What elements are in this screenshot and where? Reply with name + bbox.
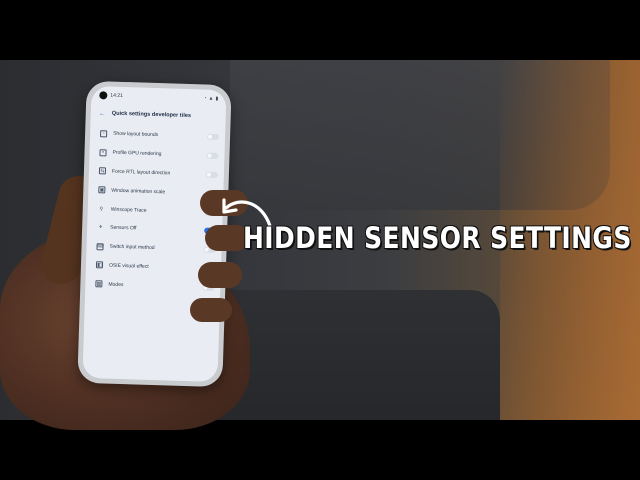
tile-label: Modes <box>108 281 124 288</box>
animation-icon: ▣ <box>98 186 106 194</box>
gpu-icon: ▪ <box>99 148 107 157</box>
tile-label: Winscope Trace <box>110 206 147 214</box>
wifi-icon: ◔ <box>203 95 207 102</box>
tile-modes[interactable]: ▦ Modes <box>95 275 215 298</box>
toggle-switch[interactable] <box>206 152 219 160</box>
status-time: 14:21 <box>110 92 123 99</box>
toggle-switch[interactable] <box>205 171 218 178</box>
tile-label: OSIE visual effect <box>108 262 149 270</box>
layout-bounds-icon: ▫ <box>100 130 108 138</box>
tile-label: Force RTL layout direction <box>111 168 171 177</box>
toggle-switch[interactable] <box>206 133 220 141</box>
tile-label: Window animation scale <box>111 187 166 196</box>
winscope-icon: ⚲ <box>99 205 104 212</box>
back-arrow-icon[interactable]: ← <box>99 110 106 117</box>
tile-label: Sensors Off <box>110 224 137 232</box>
page-title: Quick settings developer tiles <box>111 110 192 120</box>
modes-icon: ▦ <box>95 280 103 288</box>
tile-label: Show layout bounds <box>113 131 159 139</box>
sensors-off-icon: ✈ <box>98 224 103 231</box>
caption-text: HIDDEN SENSOR SETTINGS <box>243 221 632 255</box>
signal-icon: ▲ <box>208 95 214 102</box>
finger <box>198 262 242 288</box>
tile-label: Profile GPU rendering <box>112 149 162 158</box>
tile-label: Switch input method <box>109 243 155 252</box>
keyboard-icon: ⌨ <box>96 242 104 251</box>
finger <box>190 298 232 322</box>
status-icons: ◔ ▲ ▮ <box>203 95 218 101</box>
battery-icon: ▮ <box>215 95 219 102</box>
camera-punch-hole <box>99 91 108 100</box>
rtl-icon: ⇆ <box>98 167 107 175</box>
visual-effect-icon: ◧ <box>95 261 104 269</box>
